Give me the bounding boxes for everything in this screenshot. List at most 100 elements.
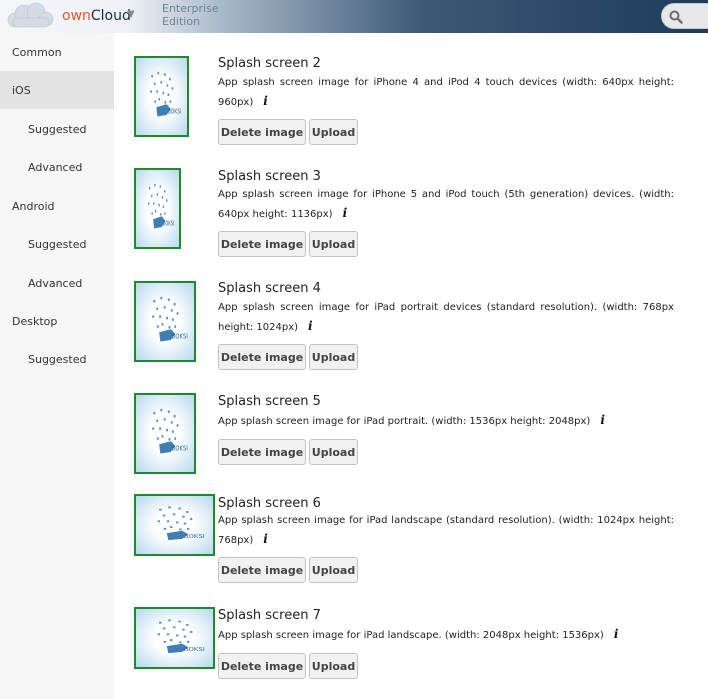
sidebar-item-desktop[interactable]: Desktop <box>0 302 114 340</box>
upload-button[interactable]: Upload <box>309 653 358 679</box>
info-icon[interactable]: i <box>614 625 619 643</box>
app-glyph <box>168 438 171 441</box>
splash-title: Splash screen 5 <box>218 394 321 409</box>
app-glyph <box>170 309 173 312</box>
app-glyph <box>157 633 161 636</box>
app-glyph <box>170 421 173 424</box>
delete-image-button[interactable]: Delete image <box>218 231 306 257</box>
app-glyph <box>161 196 164 199</box>
info-icon[interactable]: i <box>343 204 348 222</box>
app-glyph <box>171 430 174 433</box>
app-glyph <box>176 312 179 315</box>
app-glyph <box>176 424 179 427</box>
app-glyph <box>166 428 169 432</box>
upload-button[interactable]: Upload <box>309 344 358 370</box>
app-glyph <box>148 186 151 190</box>
owncloud-logo-icon[interactable] <box>6 2 56 30</box>
app-glyph <box>157 520 161 523</box>
sidebar-item-ios[interactable]: iOS <box>0 71 114 109</box>
upload-button[interactable]: Upload <box>309 439 358 465</box>
chevron-down-icon[interactable]: ▼ <box>127 9 135 20</box>
app-glyph <box>173 415 176 418</box>
app-glyph <box>161 323 164 326</box>
splash-artwork-icon: BOKSI <box>148 183 175 229</box>
app-glyph <box>159 315 162 318</box>
app-glyph <box>154 183 156 187</box>
sidebar-item-android-advanced[interactable]: Advanced <box>0 264 114 302</box>
app-glyph <box>156 437 159 440</box>
app-glyph <box>160 296 163 300</box>
sidebar-item-common[interactable]: Common <box>0 33 114 71</box>
app-glyph <box>183 635 187 638</box>
app-glyph <box>154 100 156 103</box>
splash-description: App splash screen image for iPhone 5 and… <box>218 189 674 222</box>
app-glyph <box>171 87 174 90</box>
app-glyph <box>168 619 171 622</box>
splash-description: App splash screen image for iPad portrai… <box>218 302 674 335</box>
header-bar: ownCloud ▼ Enterprise Edition <box>0 0 708 33</box>
app-glyph <box>166 520 170 523</box>
app-glyph <box>179 641 182 644</box>
app-glyph <box>178 620 181 623</box>
app-glyph <box>169 639 173 642</box>
sidebar-item-desktop-suggested[interactable]: Suggested <box>0 340 114 378</box>
app-glyph <box>151 212 153 215</box>
info-icon[interactable]: i <box>263 92 268 110</box>
app-glyph <box>189 518 193 520</box>
app-glyph <box>186 511 189 513</box>
app-glyph <box>169 78 171 81</box>
info-icon[interactable]: i <box>263 530 268 548</box>
delete-image-button[interactable]: Delete image <box>218 653 306 679</box>
info-icon[interactable]: i <box>600 411 605 429</box>
brand-name[interactable]: ownCloud <box>62 8 131 24</box>
search-input[interactable] <box>661 3 708 29</box>
app-glyph <box>186 640 190 643</box>
app-glyph <box>159 185 162 188</box>
splash-description: App splash screen image for iPad landsca… <box>218 515 674 548</box>
app-glyph <box>160 81 163 84</box>
delete-image-button[interactable]: Delete image <box>218 557 306 583</box>
app-glyph <box>176 634 179 637</box>
splash-thumbnail: BOKSI <box>134 494 215 556</box>
app-glyph <box>166 633 170 636</box>
app-glyph <box>152 315 155 318</box>
app-glyph <box>169 526 173 529</box>
delete-image-button[interactable]: Delete image <box>218 119 306 145</box>
sidebar: Common iOS Suggested Advanced Android Su… <box>0 33 115 699</box>
splash-thumbnail: BOKSI <box>134 393 196 474</box>
app-glyph <box>151 74 153 78</box>
app-glyph <box>166 199 168 202</box>
info-icon[interactable]: i <box>308 317 313 335</box>
app-glyph <box>182 515 185 518</box>
thumb-logo-text: BOKSI <box>168 109 182 116</box>
splash-description: App splash screen image for iPad landsca… <box>218 625 619 643</box>
search-icon <box>669 9 683 24</box>
app-glyph <box>157 71 160 75</box>
splash-artwork-icon: BOKSI <box>157 506 205 541</box>
app-glyph <box>156 419 159 423</box>
app-glyph <box>153 202 155 205</box>
upload-button[interactable]: Upload <box>309 231 358 257</box>
app-glyph <box>172 626 176 629</box>
sidebar-item-android[interactable]: Android <box>0 187 114 225</box>
delete-image-button[interactable]: Delete image <box>218 439 306 465</box>
app-glyph <box>174 325 177 328</box>
app-glyph <box>163 640 167 643</box>
app-glyph <box>171 318 174 321</box>
splash-title: Splash screen 6 <box>218 496 321 511</box>
app-glyph <box>176 521 179 524</box>
splash-description: App splash screen image for iPhone 4 and… <box>218 77 674 110</box>
app-glyph <box>167 93 170 96</box>
sidebar-item-android-suggested[interactable]: Suggested <box>0 225 114 263</box>
app-glyph <box>182 628 185 631</box>
upload-button[interactable]: Upload <box>309 119 358 145</box>
splash-thumbnail: BOKSI <box>134 168 181 249</box>
app-glyph <box>156 325 159 328</box>
upload-button[interactable]: Upload <box>309 557 358 583</box>
delete-image-button[interactable]: Delete image <box>218 344 306 370</box>
sidebar-item-ios-suggested[interactable]: Suggested <box>0 110 114 148</box>
edition-label: Enterprise Edition <box>162 2 219 28</box>
app-glyph <box>168 506 171 509</box>
sidebar-item-ios-advanced[interactable]: Advanced <box>0 148 114 186</box>
app-glyph <box>179 528 182 531</box>
